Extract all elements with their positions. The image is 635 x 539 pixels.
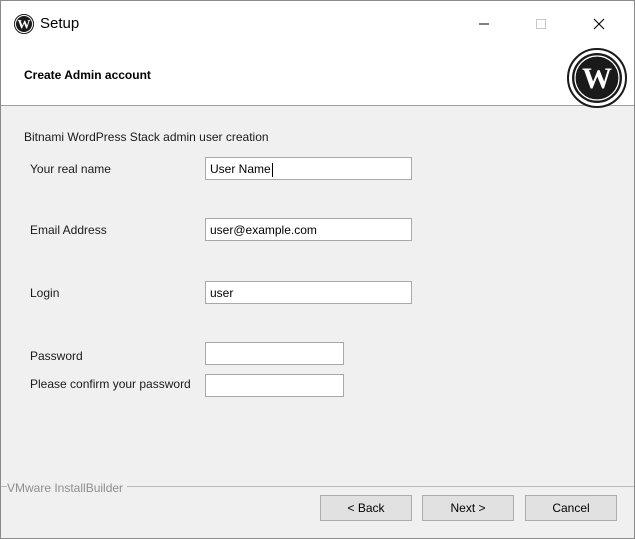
installer-brand: VMware InstallBuilder [7, 481, 128, 495]
window-title: Setup [40, 15, 80, 32]
text-caret [271, 162, 273, 177]
minimize-icon [479, 23, 489, 25]
email-field[interactable]: user@example.com [205, 218, 412, 241]
real-name-field[interactable]: User Name [205, 157, 412, 180]
cancel-button[interactable]: Cancel [525, 495, 617, 521]
wordpress-logo-icon: W [14, 14, 34, 34]
close-button[interactable] [576, 1, 622, 47]
svg-text:W: W [18, 17, 31, 32]
close-icon [593, 18, 605, 30]
confirm-password-field[interactable] [205, 374, 344, 397]
maximize-icon [536, 19, 546, 29]
wizard-header: Create Admin account W [1, 47, 634, 108]
real-name-label: Your real name [30, 162, 111, 176]
maximize-button[interactable] [518, 1, 564, 47]
minimize-button[interactable] [461, 1, 507, 47]
next-button[interactable]: Next > [422, 495, 514, 521]
login-field[interactable]: user [205, 281, 412, 304]
email-label: Email Address [30, 223, 107, 237]
title-bar[interactable]: W Setup [1, 1, 634, 47]
svg-text:W: W [582, 62, 612, 95]
email-value: user@example.com [210, 223, 317, 237]
password-label: Password [30, 349, 83, 363]
back-button[interactable]: < Back [320, 495, 412, 521]
confirm-password-label: Please confirm your password [30, 377, 191, 391]
page-title: Create Admin account [24, 68, 151, 82]
login-label: Login [30, 286, 60, 300]
form-subtitle: Bitnami WordPress Stack admin user creat… [24, 130, 269, 144]
wordpress-logo-icon: W [567, 48, 627, 108]
setup-window: W Setup Create Admin account W Bitnami W… [0, 0, 635, 539]
real-name-value: User Name [210, 162, 273, 177]
password-field[interactable] [205, 342, 344, 365]
login-value: user [210, 286, 234, 300]
